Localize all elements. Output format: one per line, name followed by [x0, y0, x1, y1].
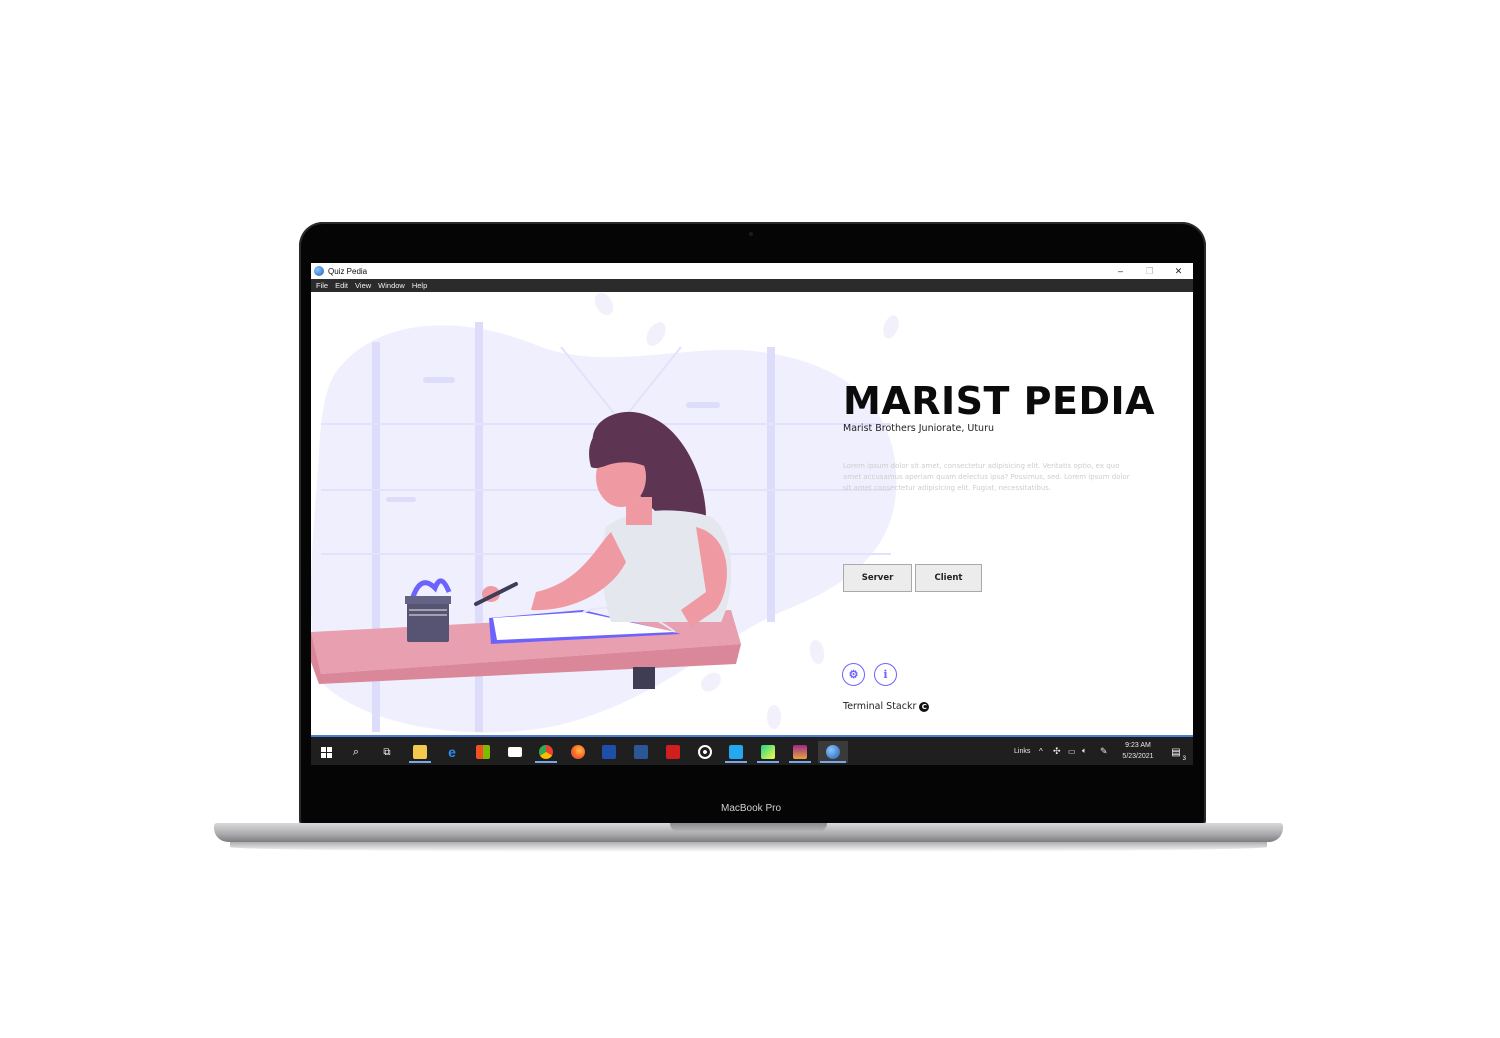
taskbar-word[interactable]	[628, 741, 654, 763]
menubar: File Edit View Window Help	[311, 279, 1193, 292]
taskbar-chrome[interactable]	[533, 741, 559, 763]
laptop-shadow	[230, 842, 1267, 852]
tray-links-label[interactable]: Links	[1014, 737, 1030, 765]
clock-date: 5/23/2021	[1122, 753, 1154, 760]
battery-icon[interactable]: ▭	[1068, 737, 1076, 765]
gear-icon: ⚙	[848, 669, 859, 681]
menu-help[interactable]: Help	[412, 281, 427, 290]
menu-view[interactable]: View	[355, 281, 371, 290]
pen-icon[interactable]: ✎	[1100, 737, 1108, 765]
taskbar-acrobat[interactable]	[660, 741, 686, 763]
firefox-icon	[571, 745, 585, 759]
volume-icon[interactable]: 🔈︎	[1082, 737, 1087, 765]
edge-icon: e	[448, 744, 456, 760]
windows-logo-icon	[320, 746, 332, 758]
notification-icon: ▤	[1171, 746, 1181, 758]
page-subtitle: Marist Brothers Juniorate, Uturu	[843, 423, 995, 434]
vscode-icon	[729, 745, 743, 759]
hero-illustration	[311, 292, 899, 733]
client-button[interactable]: Client	[915, 564, 982, 592]
task-view-icon: ⧉	[383, 746, 391, 758]
notification-count: 3	[1182, 756, 1186, 762]
close-button[interactable]: ✕	[1164, 263, 1193, 279]
taskbar-edge[interactable]: e	[439, 741, 465, 763]
info-button[interactable]: i	[874, 663, 897, 686]
camera-icon	[749, 232, 753, 236]
page-description: Lorem ipsum dolor sit amet, consectetur …	[843, 462, 1130, 492]
taskbar-quiz-pedia[interactable]	[818, 741, 848, 763]
device-model-label: MacBook Pro	[720, 803, 782, 814]
menu-file[interactable]: File	[316, 281, 328, 290]
clock-time: 9:23 AM	[1125, 742, 1151, 749]
taskbar-target-app[interactable]	[692, 741, 718, 763]
notification-button[interactable]: ▤ 3	[1163, 741, 1189, 763]
server-button[interactable]: Server	[843, 564, 912, 592]
page-title: MARIST PEDIA	[843, 379, 1156, 423]
copyright-icon: C	[919, 701, 930, 712]
footer-brand-text: Terminal Stackr	[843, 701, 917, 712]
chrome-icon	[539, 745, 553, 759]
word-icon	[634, 745, 648, 759]
chevron-up-icon[interactable]: ^	[1039, 737, 1043, 765]
network-icon[interactable]: ✣	[1053, 737, 1061, 765]
taskbar-file-explorer[interactable]	[407, 741, 433, 763]
footer-brand: Terminal Stackr C	[843, 701, 930, 712]
taskbar: ⌕ ⧉ e Links ^ ✣ ▭ 🔈︎ ✎ 9:23 AM 5/23/2021…	[311, 737, 1193, 765]
menu-edit[interactable]: Edit	[335, 281, 348, 290]
window-title: Quiz Pedia	[328, 266, 368, 276]
window-titlebar[interactable]: Quiz Pedia – ❐ ✕	[311, 263, 1193, 279]
taskbar-vscode[interactable]	[723, 741, 749, 763]
search-button[interactable]: ⌕	[343, 741, 369, 763]
settings-button[interactable]: ⚙	[842, 663, 865, 686]
taskbar-clock[interactable]: 9:23 AM 5/23/2021	[1119, 740, 1157, 762]
window-controls: – ❐ ✕	[1106, 263, 1193, 279]
pdf-icon	[666, 745, 680, 759]
taskbar-firefox[interactable]	[565, 741, 591, 763]
store-icon	[476, 745, 490, 759]
screen: Quiz Pedia – ❐ ✕ File Edit View Window H…	[311, 263, 1193, 765]
taskbar-winrar[interactable]	[787, 741, 813, 763]
start-button[interactable]	[313, 741, 339, 763]
dev-icon	[602, 745, 616, 759]
app-logo-icon	[314, 266, 324, 276]
folder-icon	[413, 745, 427, 759]
laptop-base-notch	[670, 823, 827, 832]
task-view-button[interactable]: ⧉	[374, 741, 400, 763]
taskbar-devapp[interactable]	[596, 741, 622, 763]
archive-icon	[793, 745, 807, 759]
app-logo-icon	[826, 745, 840, 759]
app-content: MARIST PEDIA Marist Brothers Juniorate, …	[311, 292, 1193, 737]
target-icon	[698, 745, 712, 759]
mail-icon	[508, 747, 522, 757]
taskbar-pycharm[interactable]	[755, 741, 781, 763]
minimize-button[interactable]: –	[1106, 263, 1135, 279]
info-icon: i	[883, 668, 888, 681]
pycharm-icon	[761, 745, 775, 759]
taskbar-mail[interactable]	[502, 741, 528, 763]
search-icon: ⌕	[352, 745, 360, 758]
menu-window[interactable]: Window	[378, 281, 405, 290]
taskbar-store[interactable]	[470, 741, 496, 763]
restore-button[interactable]: ❐	[1135, 263, 1164, 279]
